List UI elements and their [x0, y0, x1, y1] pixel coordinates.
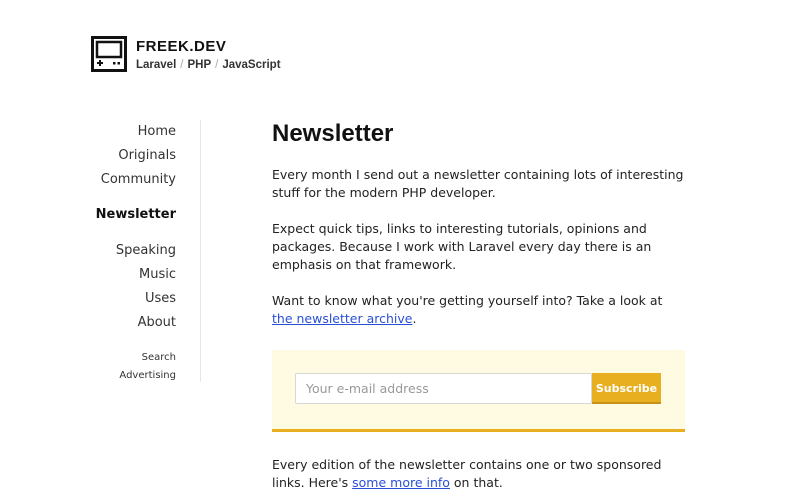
nav-item-community[interactable]: Community — [101, 172, 176, 187]
archive-suffix: . — [412, 311, 417, 326]
sidebar-nav: Home Originals Community Newsletter Spea… — [80, 120, 201, 382]
nav-item-newsletter[interactable]: Newsletter — [96, 207, 176, 222]
tag-separator: / — [180, 59, 184, 71]
main-content: Newsletter Every month I send out a news… — [272, 120, 686, 328]
tag-javascript[interactable]: JavaScript — [222, 59, 280, 71]
site-title[interactable]: FREEK.DEV — [136, 38, 281, 56]
brand: FREEK.DEV Laravel / PHP / JavaScript — [136, 38, 281, 72]
intro-paragraph: Every month I send out a newsletter cont… — [272, 167, 684, 200]
subscribe-button[interactable]: Subscribe — [592, 373, 661, 404]
tag-php[interactable]: PHP — [187, 59, 211, 71]
sponsor-info-link[interactable]: some more info — [352, 475, 450, 490]
sponsor-suffix: on that. — [449, 475, 503, 490]
computer-logo-icon[interactable] — [91, 36, 127, 72]
nav-item-about[interactable]: About — [138, 315, 176, 330]
newsletter-archive-link[interactable]: the newsletter archive — [272, 311, 413, 326]
nav-item-originals[interactable]: Originals — [118, 148, 176, 163]
tag-separator: / — [215, 59, 219, 71]
tag-laravel[interactable]: Laravel — [136, 59, 176, 71]
nav-item-search[interactable]: Search — [142, 352, 176, 363]
nav-item-uses[interactable]: Uses — [145, 291, 176, 306]
subscribe-form: Your e-mail address Subscribe — [272, 350, 685, 432]
site-header: FREEK.DEV Laravel / PHP / JavaScript — [91, 36, 281, 72]
page-title: Newsletter — [272, 120, 394, 147]
archive-paragraph: Want to know what you're getting yoursel… — [272, 292, 686, 328]
site-tagline: Laravel / PHP / JavaScript — [136, 58, 281, 72]
nav-item-home[interactable]: Home — [138, 124, 176, 139]
nav-item-advertising[interactable]: Advertising — [119, 370, 176, 381]
archive-text: Want to know what you're getting yoursel… — [272, 293, 663, 308]
email-input[interactable]: Your e-mail address — [295, 373, 592, 404]
sponsor-paragraph: Every edition of the newsletter contains… — [272, 456, 686, 492]
tips-paragraph: Expect quick tips, links to interesting … — [272, 221, 652, 272]
nav-item-speaking[interactable]: Speaking — [116, 243, 176, 258]
nav-item-music[interactable]: Music — [139, 267, 176, 282]
